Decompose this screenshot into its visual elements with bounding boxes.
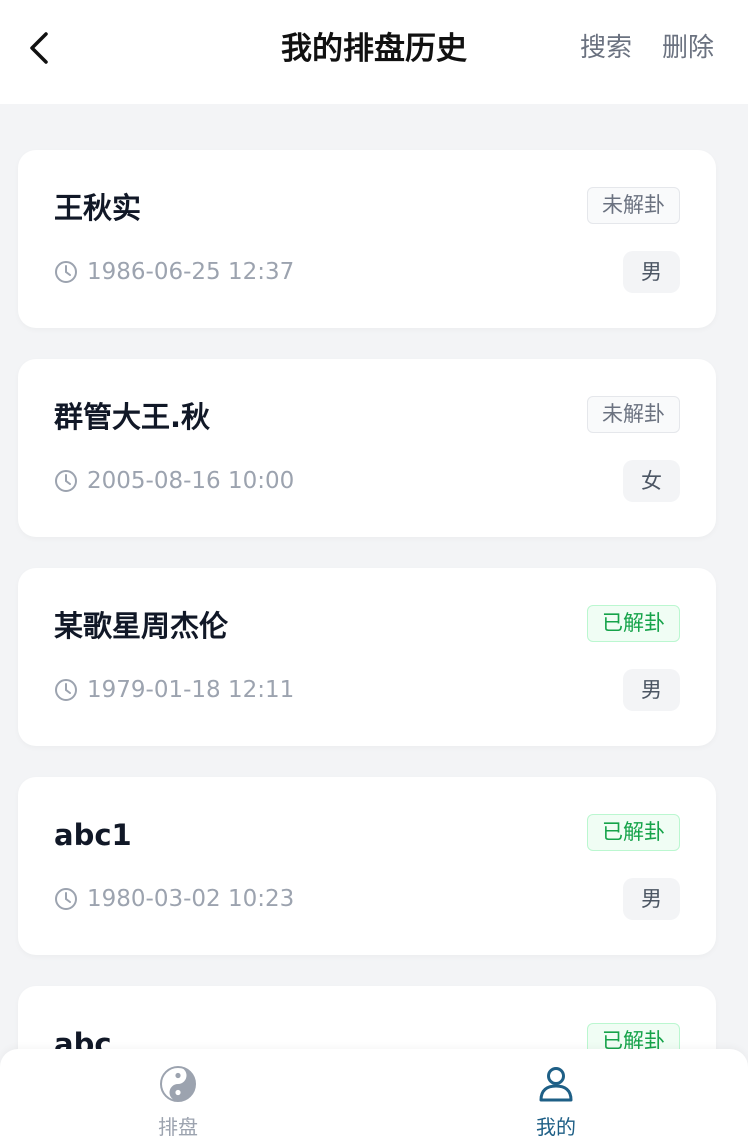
tab-label: 我的: [536, 1115, 576, 1139]
history-card[interactable]: 群管大王.秋 未解卦 2005-08-16 10:00 女: [18, 359, 716, 537]
yin-yang-icon: [160, 1066, 196, 1102]
clock-icon: [55, 470, 77, 492]
record-name: 王秋实: [54, 191, 142, 225]
bottom-tab-bar: 排盘 我的: [0, 1049, 748, 1148]
clock-icon: [55, 261, 77, 283]
history-list: 王秋实 未解卦 1986-06-25 12:37 男 群管大王.秋 未解卦 20…: [18, 150, 716, 1148]
gender-badge: 男: [623, 251, 680, 293]
record-datetime: 2005-08-16 10:00: [87, 468, 295, 494]
status-badge: 已解卦: [587, 605, 680, 642]
record-name: 群管大王.秋: [54, 400, 211, 434]
delete-button[interactable]: 删除: [662, 30, 714, 66]
history-card[interactable]: abc1 已解卦 1980-03-02 10:23 男: [18, 777, 716, 955]
history-card[interactable]: 王秋实 未解卦 1986-06-25 12:37 男: [18, 150, 716, 328]
status-badge: 已解卦: [587, 814, 680, 851]
back-button[interactable]: [22, 28, 58, 68]
tab-paipan[interactable]: 排盘: [108, 1049, 248, 1148]
record-time: 1979-01-18 12:11: [54, 672, 294, 708]
clock-icon: [55, 888, 77, 910]
record-time: 2005-08-16 10:00: [54, 463, 294, 499]
gender-badge: 男: [623, 878, 680, 920]
record-datetime: 1979-01-18 12:11: [87, 677, 295, 703]
top-bar: 我的排盘历史 搜索 删除: [0, 0, 748, 104]
tab-label: 排盘: [158, 1115, 198, 1139]
history-card[interactable]: 某歌星周杰伦 已解卦 1979-01-18 12:11 男: [18, 568, 716, 746]
search-button[interactable]: 搜索: [580, 30, 632, 66]
clock-icon: [55, 679, 77, 701]
status-badge: 未解卦: [587, 396, 680, 433]
chevron-left-icon: [30, 32, 48, 64]
history-screen: 我的排盘历史 搜索 删除 王秋实 未解卦 1986-06-25 12:37 男 …: [0, 0, 748, 1148]
record-time: 1980-03-02 10:23: [54, 881, 294, 917]
record-datetime: 1980-03-02 10:23: [87, 886, 295, 912]
record-name: 某歌星周杰伦: [54, 609, 229, 643]
record-time: 1986-06-25 12:37: [54, 254, 294, 290]
gender-badge: 女: [623, 460, 680, 502]
page-title: 我的排盘历史: [281, 31, 467, 67]
tab-mine[interactable]: 我的: [486, 1049, 626, 1148]
user-icon: [539, 1067, 573, 1102]
gender-badge: 男: [623, 669, 680, 711]
record-datetime: 1986-06-25 12:37: [87, 259, 295, 285]
status-badge: 未解卦: [587, 187, 680, 224]
record-name: abc1: [54, 818, 132, 852]
